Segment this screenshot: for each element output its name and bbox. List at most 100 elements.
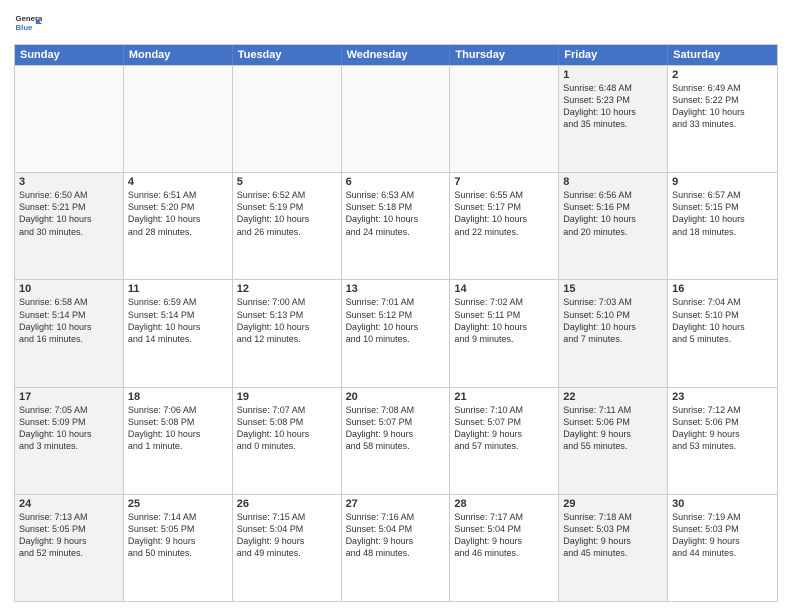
day-cell-5: 5Sunrise: 6:52 AM Sunset: 5:19 PM Daylig…	[233, 173, 342, 279]
day-cell-26: 26Sunrise: 7:15 AM Sunset: 5:04 PM Dayli…	[233, 495, 342, 601]
day-info: Sunrise: 6:59 AM Sunset: 5:14 PM Dayligh…	[128, 296, 228, 345]
day-number: 8	[563, 176, 663, 188]
day-number: 1	[563, 69, 663, 81]
calendar-row-4: 24Sunrise: 7:13 AM Sunset: 5:05 PM Dayli…	[15, 494, 777, 601]
day-number: 14	[454, 283, 554, 295]
day-info: Sunrise: 7:19 AM Sunset: 5:03 PM Dayligh…	[672, 511, 773, 560]
day-info: Sunrise: 7:07 AM Sunset: 5:08 PM Dayligh…	[237, 404, 337, 453]
day-cell-28: 28Sunrise: 7:17 AM Sunset: 5:04 PM Dayli…	[450, 495, 559, 601]
day-cell-7: 7Sunrise: 6:55 AM Sunset: 5:17 PM Daylig…	[450, 173, 559, 279]
calendar-row-1: 3Sunrise: 6:50 AM Sunset: 5:21 PM Daylig…	[15, 172, 777, 279]
day-cell-18: 18Sunrise: 7:06 AM Sunset: 5:08 PM Dayli…	[124, 388, 233, 494]
day-cell-19: 19Sunrise: 7:07 AM Sunset: 5:08 PM Dayli…	[233, 388, 342, 494]
day-cell-12: 12Sunrise: 7:00 AM Sunset: 5:13 PM Dayli…	[233, 280, 342, 386]
day-cell-24: 24Sunrise: 7:13 AM Sunset: 5:05 PM Dayli…	[15, 495, 124, 601]
day-info: Sunrise: 6:58 AM Sunset: 5:14 PM Dayligh…	[19, 296, 119, 345]
empty-cell-0-0	[15, 66, 124, 172]
day-info: Sunrise: 7:15 AM Sunset: 5:04 PM Dayligh…	[237, 511, 337, 560]
day-number: 21	[454, 391, 554, 403]
day-number: 7	[454, 176, 554, 188]
logo-icon: General Blue	[14, 10, 42, 38]
day-number: 20	[346, 391, 446, 403]
header-day-thursday: Thursday	[450, 45, 559, 65]
day-cell-3: 3Sunrise: 6:50 AM Sunset: 5:21 PM Daylig…	[15, 173, 124, 279]
calendar-header: SundayMondayTuesdayWednesdayThursdayFrid…	[15, 45, 777, 65]
header: General Blue	[14, 10, 778, 38]
header-day-friday: Friday	[559, 45, 668, 65]
day-info: Sunrise: 7:06 AM Sunset: 5:08 PM Dayligh…	[128, 404, 228, 453]
svg-text:Blue: Blue	[16, 23, 34, 32]
day-info: Sunrise: 6:49 AM Sunset: 5:22 PM Dayligh…	[672, 82, 773, 131]
day-cell-23: 23Sunrise: 7:12 AM Sunset: 5:06 PM Dayli…	[668, 388, 777, 494]
day-number: 6	[346, 176, 446, 188]
day-info: Sunrise: 7:18 AM Sunset: 5:03 PM Dayligh…	[563, 511, 663, 560]
day-number: 28	[454, 498, 554, 510]
day-cell-9: 9Sunrise: 6:57 AM Sunset: 5:15 PM Daylig…	[668, 173, 777, 279]
day-cell-13: 13Sunrise: 7:01 AM Sunset: 5:12 PM Dayli…	[342, 280, 451, 386]
day-cell-10: 10Sunrise: 6:58 AM Sunset: 5:14 PM Dayli…	[15, 280, 124, 386]
day-number: 23	[672, 391, 773, 403]
day-cell-8: 8Sunrise: 6:56 AM Sunset: 5:16 PM Daylig…	[559, 173, 668, 279]
day-number: 22	[563, 391, 663, 403]
day-number: 30	[672, 498, 773, 510]
day-number: 9	[672, 176, 773, 188]
day-cell-16: 16Sunrise: 7:04 AM Sunset: 5:10 PM Dayli…	[668, 280, 777, 386]
day-cell-15: 15Sunrise: 7:03 AM Sunset: 5:10 PM Dayli…	[559, 280, 668, 386]
calendar-row-2: 10Sunrise: 6:58 AM Sunset: 5:14 PM Dayli…	[15, 279, 777, 386]
day-info: Sunrise: 7:11 AM Sunset: 5:06 PM Dayligh…	[563, 404, 663, 453]
calendar: SundayMondayTuesdayWednesdayThursdayFrid…	[14, 44, 778, 602]
day-info: Sunrise: 7:10 AM Sunset: 5:07 PM Dayligh…	[454, 404, 554, 453]
day-info: Sunrise: 7:05 AM Sunset: 5:09 PM Dayligh…	[19, 404, 119, 453]
day-number: 4	[128, 176, 228, 188]
header-day-sunday: Sunday	[15, 45, 124, 65]
day-info: Sunrise: 6:57 AM Sunset: 5:15 PM Dayligh…	[672, 189, 773, 238]
day-cell-4: 4Sunrise: 6:51 AM Sunset: 5:20 PM Daylig…	[124, 173, 233, 279]
empty-cell-0-1	[124, 66, 233, 172]
day-info: Sunrise: 7:00 AM Sunset: 5:13 PM Dayligh…	[237, 296, 337, 345]
day-info: Sunrise: 6:52 AM Sunset: 5:19 PM Dayligh…	[237, 189, 337, 238]
page: General Blue SundayMondayTuesdayWednesda…	[0, 0, 792, 612]
day-number: 27	[346, 498, 446, 510]
day-cell-20: 20Sunrise: 7:08 AM Sunset: 5:07 PM Dayli…	[342, 388, 451, 494]
day-number: 13	[346, 283, 446, 295]
day-cell-11: 11Sunrise: 6:59 AM Sunset: 5:14 PM Dayli…	[124, 280, 233, 386]
day-cell-21: 21Sunrise: 7:10 AM Sunset: 5:07 PM Dayli…	[450, 388, 559, 494]
day-info: Sunrise: 6:50 AM Sunset: 5:21 PM Dayligh…	[19, 189, 119, 238]
day-cell-22: 22Sunrise: 7:11 AM Sunset: 5:06 PM Dayli…	[559, 388, 668, 494]
day-number: 18	[128, 391, 228, 403]
day-number: 17	[19, 391, 119, 403]
day-info: Sunrise: 7:17 AM Sunset: 5:04 PM Dayligh…	[454, 511, 554, 560]
day-cell-30: 30Sunrise: 7:19 AM Sunset: 5:03 PM Dayli…	[668, 495, 777, 601]
day-info: Sunrise: 7:02 AM Sunset: 5:11 PM Dayligh…	[454, 296, 554, 345]
day-info: Sunrise: 7:08 AM Sunset: 5:07 PM Dayligh…	[346, 404, 446, 453]
day-number: 26	[237, 498, 337, 510]
calendar-body: 1Sunrise: 6:48 AM Sunset: 5:23 PM Daylig…	[15, 65, 777, 601]
empty-cell-0-2	[233, 66, 342, 172]
header-day-saturday: Saturday	[668, 45, 777, 65]
header-day-monday: Monday	[124, 45, 233, 65]
header-day-tuesday: Tuesday	[233, 45, 342, 65]
empty-cell-0-3	[342, 66, 451, 172]
day-cell-2: 2Sunrise: 6:49 AM Sunset: 5:22 PM Daylig…	[668, 66, 777, 172]
day-number: 15	[563, 283, 663, 295]
logo: General Blue	[14, 10, 42, 38]
day-cell-6: 6Sunrise: 6:53 AM Sunset: 5:18 PM Daylig…	[342, 173, 451, 279]
day-number: 11	[128, 283, 228, 295]
day-number: 5	[237, 176, 337, 188]
day-cell-29: 29Sunrise: 7:18 AM Sunset: 5:03 PM Dayli…	[559, 495, 668, 601]
day-cell-17: 17Sunrise: 7:05 AM Sunset: 5:09 PM Dayli…	[15, 388, 124, 494]
day-number: 29	[563, 498, 663, 510]
day-number: 24	[19, 498, 119, 510]
day-info: Sunrise: 7:13 AM Sunset: 5:05 PM Dayligh…	[19, 511, 119, 560]
day-number: 12	[237, 283, 337, 295]
day-number: 3	[19, 176, 119, 188]
day-cell-27: 27Sunrise: 7:16 AM Sunset: 5:04 PM Dayli…	[342, 495, 451, 601]
day-cell-1: 1Sunrise: 6:48 AM Sunset: 5:23 PM Daylig…	[559, 66, 668, 172]
header-day-wednesday: Wednesday	[342, 45, 451, 65]
empty-cell-0-4	[450, 66, 559, 172]
day-info: Sunrise: 7:03 AM Sunset: 5:10 PM Dayligh…	[563, 296, 663, 345]
day-number: 16	[672, 283, 773, 295]
day-info: Sunrise: 6:51 AM Sunset: 5:20 PM Dayligh…	[128, 189, 228, 238]
day-cell-14: 14Sunrise: 7:02 AM Sunset: 5:11 PM Dayli…	[450, 280, 559, 386]
day-info: Sunrise: 7:16 AM Sunset: 5:04 PM Dayligh…	[346, 511, 446, 560]
